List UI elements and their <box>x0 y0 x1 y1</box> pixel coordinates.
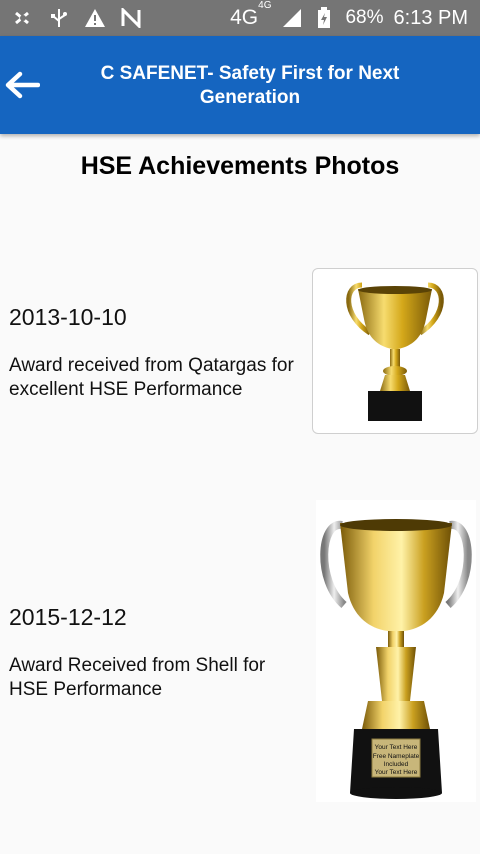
arrow-left-icon <box>5 71 40 99</box>
nameplate-text: Your Text Here <box>375 744 418 751</box>
achievement-description: Award received from Qatargas for excelle… <box>9 355 294 400</box>
page-title: HSE Achievements Photos <box>80 152 400 180</box>
signal-icon <box>281 7 303 29</box>
nameplate-text: Free Nameplate <box>373 753 420 760</box>
back-button[interactable] <box>2 65 42 105</box>
bluetooth-off-icon <box>12 7 34 29</box>
achievement-date: 2013-10-10 <box>9 304 127 330</box>
achievement-photo[interactable]: Your Text Here Free Nameplate Included Y… <box>316 500 476 802</box>
battery-percent: 68% <box>345 7 384 28</box>
usb-icon <box>48 7 70 29</box>
status-bar: 4G4G 68% 6:13 PM <box>0 0 480 36</box>
app-bar: C SAFENET- Safety First for Next Generat… <box>0 36 480 134</box>
warning-icon <box>84 7 106 29</box>
network-type: 4G4G <box>230 0 272 29</box>
app-title: C SAFENET- Safety First for Next Generat… <box>100 63 400 108</box>
achievement-date: 2015-12-12 <box>9 604 127 630</box>
achievement-description: Award Received from Shell for HSE Perfor… <box>9 655 266 700</box>
clock: 6:13 PM <box>393 6 468 29</box>
achievement-photo[interactable] <box>312 268 478 434</box>
nameplate-text: Included <box>384 761 409 768</box>
n-icon <box>120 7 142 29</box>
battery-icon <box>313 7 335 29</box>
nameplate-text: Your Text Here <box>375 769 418 776</box>
